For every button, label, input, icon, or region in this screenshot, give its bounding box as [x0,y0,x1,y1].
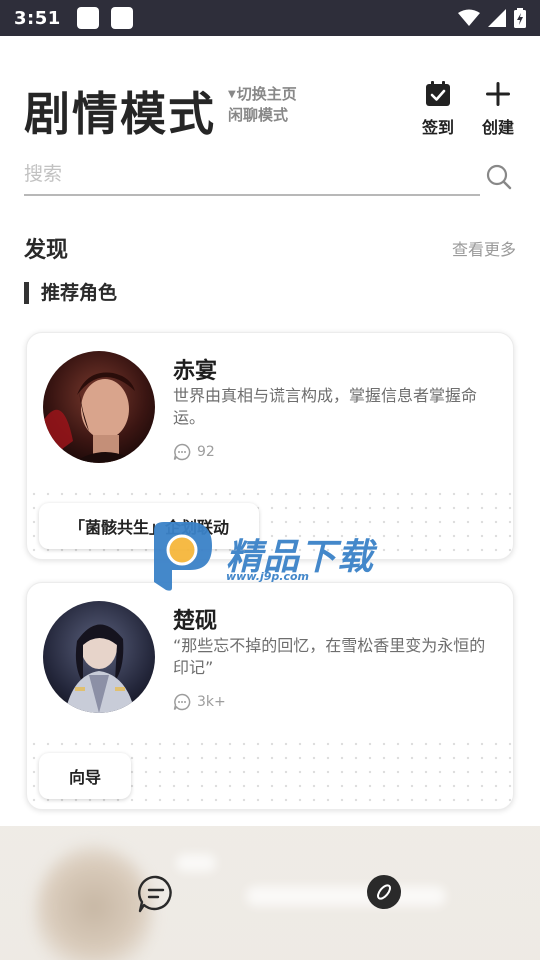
calendar-check-icon [426,81,450,106]
checkin-label: 签到 [421,118,454,137]
avatar[interactable] [43,601,155,713]
chat-bubble-icon [173,443,191,461]
discover-title: 发现 [24,238,69,263]
compass-icon[interactable] [366,874,402,910]
wifi-icon [458,9,480,26]
switch-home-label: 切换主页 [236,85,297,103]
battery-icon [514,8,526,28]
mode-switch[interactable]: ▼切换主页 闲聊模式 [228,84,297,126]
search-bar [24,156,480,196]
signal-icon [488,9,506,27]
chat-bubble-icon [173,693,191,711]
create-label: 创建 [481,118,514,137]
guide-tag-button[interactable]: 向导 [39,753,132,799]
page-title: 剧情模式 [24,87,216,141]
header: 剧情模式 ▼切换主页 闲聊模式 签到 创建 [24,78,520,141]
chat-count-value: 92 [197,444,215,460]
character-description: “那些忘不掉的回忆，在雪松香里变为永恒的印记” [173,636,486,677]
chat-nav-icon[interactable] [136,874,176,914]
notification-icon [76,7,99,29]
character-card[interactable]: 楚砚 “那些忘不掉的回忆，在雪松香里变为永恒的印记” 3k+ 向导 [26,582,514,810]
character-description: 世界由真相与谎言构成，掌握信息者掌握命运。 [173,386,478,427]
notification-icon [110,7,133,29]
character-name: 楚砚 [173,609,218,634]
checkin-button[interactable]: 签到 [418,80,458,138]
search-input[interactable] [24,156,480,192]
chat-count-value: 3k+ [197,694,226,710]
character-name: 赤宴 [173,359,218,384]
chat-count: 3k+ [173,693,226,711]
blurred-text [176,854,216,872]
watermark-url: www.j9p.com [226,570,309,583]
see-more-link[interactable]: 查看更多 [452,236,516,260]
status-bar: 3:51 [0,0,540,36]
avatar[interactable] [43,351,155,463]
blurred-text [246,886,446,906]
search-icon[interactable] [486,164,512,190]
watermark: 精品下载 www.j9p.com [146,520,376,596]
watermark-logo-icon [154,522,212,591]
bottom-nav [0,826,540,960]
create-button[interactable]: 创建 [478,80,518,138]
plus-icon [486,82,510,106]
caret-down-icon: ▼ [228,89,236,100]
chat-count: 92 [173,443,215,461]
status-time: 3:51 [14,7,61,29]
recommended-title: 推荐角色 [24,282,117,304]
chat-mode-label[interactable]: 闲聊模式 [228,105,297,126]
